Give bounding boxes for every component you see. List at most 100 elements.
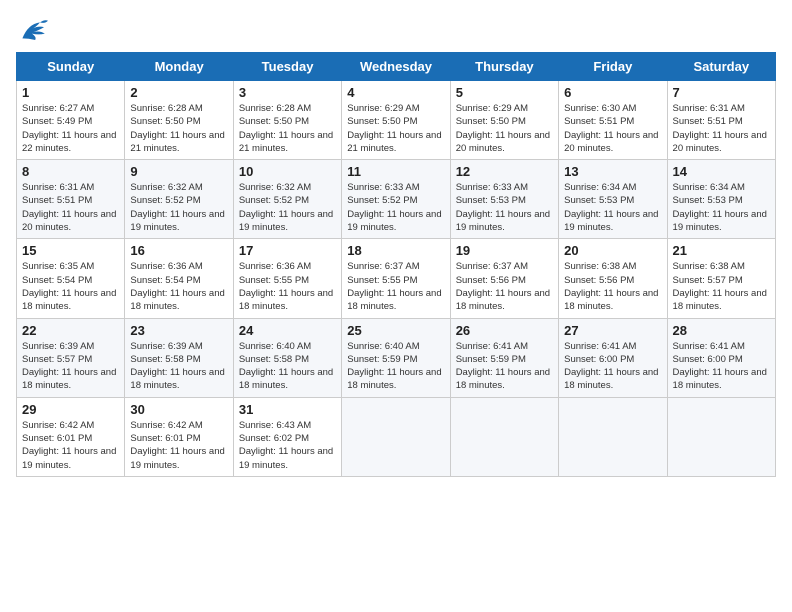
day-number: 4 bbox=[347, 85, 444, 100]
column-header-wednesday: Wednesday bbox=[342, 53, 450, 81]
calendar-cell: 23 Sunrise: 6:39 AM Sunset: 5:58 PM Dayl… bbox=[125, 318, 233, 397]
calendar-table: SundayMondayTuesdayWednesdayThursdayFrid… bbox=[16, 52, 776, 477]
calendar-week-2: 8 Sunrise: 6:31 AM Sunset: 5:51 PM Dayli… bbox=[17, 160, 776, 239]
column-header-thursday: Thursday bbox=[450, 53, 558, 81]
day-number: 30 bbox=[130, 402, 227, 417]
calendar-cell bbox=[450, 397, 558, 476]
day-info: Sunrise: 6:40 AM Sunset: 5:58 PM Dayligh… bbox=[239, 340, 336, 393]
calendar-cell: 10 Sunrise: 6:32 AM Sunset: 5:52 PM Dayl… bbox=[233, 160, 341, 239]
day-info: Sunrise: 6:28 AM Sunset: 5:50 PM Dayligh… bbox=[239, 102, 336, 155]
calendar-cell: 16 Sunrise: 6:36 AM Sunset: 5:54 PM Dayl… bbox=[125, 239, 233, 318]
day-number: 5 bbox=[456, 85, 553, 100]
day-number: 8 bbox=[22, 164, 119, 179]
day-number: 16 bbox=[130, 243, 227, 258]
calendar-cell: 7 Sunrise: 6:31 AM Sunset: 5:51 PM Dayli… bbox=[667, 81, 775, 160]
calendar-cell: 9 Sunrise: 6:32 AM Sunset: 5:52 PM Dayli… bbox=[125, 160, 233, 239]
day-number: 6 bbox=[564, 85, 661, 100]
day-info: Sunrise: 6:36 AM Sunset: 5:54 PM Dayligh… bbox=[130, 260, 227, 313]
page-header bbox=[16, 16, 776, 44]
day-info: Sunrise: 6:31 AM Sunset: 5:51 PM Dayligh… bbox=[22, 181, 119, 234]
day-info: Sunrise: 6:31 AM Sunset: 5:51 PM Dayligh… bbox=[673, 102, 770, 155]
day-info: Sunrise: 6:33 AM Sunset: 5:53 PM Dayligh… bbox=[456, 181, 553, 234]
calendar-week-3: 15 Sunrise: 6:35 AM Sunset: 5:54 PM Dayl… bbox=[17, 239, 776, 318]
day-info: Sunrise: 6:34 AM Sunset: 5:53 PM Dayligh… bbox=[564, 181, 661, 234]
day-number: 2 bbox=[130, 85, 227, 100]
calendar-cell: 19 Sunrise: 6:37 AM Sunset: 5:56 PM Dayl… bbox=[450, 239, 558, 318]
calendar-cell: 27 Sunrise: 6:41 AM Sunset: 6:00 PM Dayl… bbox=[559, 318, 667, 397]
day-info: Sunrise: 6:40 AM Sunset: 5:59 PM Dayligh… bbox=[347, 340, 444, 393]
calendar-cell: 14 Sunrise: 6:34 AM Sunset: 5:53 PM Dayl… bbox=[667, 160, 775, 239]
day-number: 22 bbox=[22, 323, 119, 338]
column-header-sunday: Sunday bbox=[17, 53, 125, 81]
day-number: 11 bbox=[347, 164, 444, 179]
calendar-cell: 11 Sunrise: 6:33 AM Sunset: 5:52 PM Dayl… bbox=[342, 160, 450, 239]
calendar-cell bbox=[342, 397, 450, 476]
day-info: Sunrise: 6:32 AM Sunset: 5:52 PM Dayligh… bbox=[239, 181, 336, 234]
day-info: Sunrise: 6:42 AM Sunset: 6:01 PM Dayligh… bbox=[22, 419, 119, 472]
day-number: 28 bbox=[673, 323, 770, 338]
day-number: 24 bbox=[239, 323, 336, 338]
day-info: Sunrise: 6:41 AM Sunset: 6:00 PM Dayligh… bbox=[564, 340, 661, 393]
day-number: 31 bbox=[239, 402, 336, 417]
day-number: 17 bbox=[239, 243, 336, 258]
day-number: 21 bbox=[673, 243, 770, 258]
day-number: 20 bbox=[564, 243, 661, 258]
calendar-cell: 12 Sunrise: 6:33 AM Sunset: 5:53 PM Dayl… bbox=[450, 160, 558, 239]
logo bbox=[16, 16, 52, 44]
day-info: Sunrise: 6:35 AM Sunset: 5:54 PM Dayligh… bbox=[22, 260, 119, 313]
calendar-cell: 17 Sunrise: 6:36 AM Sunset: 5:55 PM Dayl… bbox=[233, 239, 341, 318]
day-info: Sunrise: 6:38 AM Sunset: 5:56 PM Dayligh… bbox=[564, 260, 661, 313]
day-number: 1 bbox=[22, 85, 119, 100]
day-number: 9 bbox=[130, 164, 227, 179]
calendar-cell: 15 Sunrise: 6:35 AM Sunset: 5:54 PM Dayl… bbox=[17, 239, 125, 318]
day-number: 15 bbox=[22, 243, 119, 258]
day-info: Sunrise: 6:30 AM Sunset: 5:51 PM Dayligh… bbox=[564, 102, 661, 155]
calendar-cell: 25 Sunrise: 6:40 AM Sunset: 5:59 PM Dayl… bbox=[342, 318, 450, 397]
day-info: Sunrise: 6:37 AM Sunset: 5:56 PM Dayligh… bbox=[456, 260, 553, 313]
calendar-week-1: 1 Sunrise: 6:27 AM Sunset: 5:49 PM Dayli… bbox=[17, 81, 776, 160]
day-info: Sunrise: 6:33 AM Sunset: 5:52 PM Dayligh… bbox=[347, 181, 444, 234]
day-info: Sunrise: 6:41 AM Sunset: 6:00 PM Dayligh… bbox=[673, 340, 770, 393]
calendar-cell: 2 Sunrise: 6:28 AM Sunset: 5:50 PM Dayli… bbox=[125, 81, 233, 160]
calendar-cell: 18 Sunrise: 6:37 AM Sunset: 5:55 PM Dayl… bbox=[342, 239, 450, 318]
calendar-cell: 4 Sunrise: 6:29 AM Sunset: 5:50 PM Dayli… bbox=[342, 81, 450, 160]
column-header-friday: Friday bbox=[559, 53, 667, 81]
day-info: Sunrise: 6:41 AM Sunset: 5:59 PM Dayligh… bbox=[456, 340, 553, 393]
calendar-cell: 24 Sunrise: 6:40 AM Sunset: 5:58 PM Dayl… bbox=[233, 318, 341, 397]
column-header-tuesday: Tuesday bbox=[233, 53, 341, 81]
calendar-cell: 31 Sunrise: 6:43 AM Sunset: 6:02 PM Dayl… bbox=[233, 397, 341, 476]
day-number: 10 bbox=[239, 164, 336, 179]
calendar-cell: 29 Sunrise: 6:42 AM Sunset: 6:01 PM Dayl… bbox=[17, 397, 125, 476]
day-number: 3 bbox=[239, 85, 336, 100]
day-number: 25 bbox=[347, 323, 444, 338]
calendar-cell: 5 Sunrise: 6:29 AM Sunset: 5:50 PM Dayli… bbox=[450, 81, 558, 160]
calendar-cell: 3 Sunrise: 6:28 AM Sunset: 5:50 PM Dayli… bbox=[233, 81, 341, 160]
column-header-monday: Monday bbox=[125, 53, 233, 81]
day-number: 26 bbox=[456, 323, 553, 338]
day-info: Sunrise: 6:42 AM Sunset: 6:01 PM Dayligh… bbox=[130, 419, 227, 472]
day-number: 12 bbox=[456, 164, 553, 179]
day-number: 13 bbox=[564, 164, 661, 179]
calendar-cell: 22 Sunrise: 6:39 AM Sunset: 5:57 PM Dayl… bbox=[17, 318, 125, 397]
calendar-cell: 1 Sunrise: 6:27 AM Sunset: 5:49 PM Dayli… bbox=[17, 81, 125, 160]
day-info: Sunrise: 6:37 AM Sunset: 5:55 PM Dayligh… bbox=[347, 260, 444, 313]
calendar-header-row: SundayMondayTuesdayWednesdayThursdayFrid… bbox=[17, 53, 776, 81]
day-info: Sunrise: 6:36 AM Sunset: 5:55 PM Dayligh… bbox=[239, 260, 336, 313]
logo-icon bbox=[16, 16, 48, 44]
day-info: Sunrise: 6:43 AM Sunset: 6:02 PM Dayligh… bbox=[239, 419, 336, 472]
day-info: Sunrise: 6:28 AM Sunset: 5:50 PM Dayligh… bbox=[130, 102, 227, 155]
day-number: 23 bbox=[130, 323, 227, 338]
day-number: 27 bbox=[564, 323, 661, 338]
calendar-cell bbox=[559, 397, 667, 476]
day-number: 19 bbox=[456, 243, 553, 258]
day-info: Sunrise: 6:38 AM Sunset: 5:57 PM Dayligh… bbox=[673, 260, 770, 313]
calendar-week-5: 29 Sunrise: 6:42 AM Sunset: 6:01 PM Dayl… bbox=[17, 397, 776, 476]
calendar-cell bbox=[667, 397, 775, 476]
calendar-cell: 6 Sunrise: 6:30 AM Sunset: 5:51 PM Dayli… bbox=[559, 81, 667, 160]
day-number: 29 bbox=[22, 402, 119, 417]
calendar-cell: 13 Sunrise: 6:34 AM Sunset: 5:53 PM Dayl… bbox=[559, 160, 667, 239]
calendar-cell: 26 Sunrise: 6:41 AM Sunset: 5:59 PM Dayl… bbox=[450, 318, 558, 397]
day-info: Sunrise: 6:27 AM Sunset: 5:49 PM Dayligh… bbox=[22, 102, 119, 155]
day-info: Sunrise: 6:29 AM Sunset: 5:50 PM Dayligh… bbox=[456, 102, 553, 155]
calendar-week-4: 22 Sunrise: 6:39 AM Sunset: 5:57 PM Dayl… bbox=[17, 318, 776, 397]
